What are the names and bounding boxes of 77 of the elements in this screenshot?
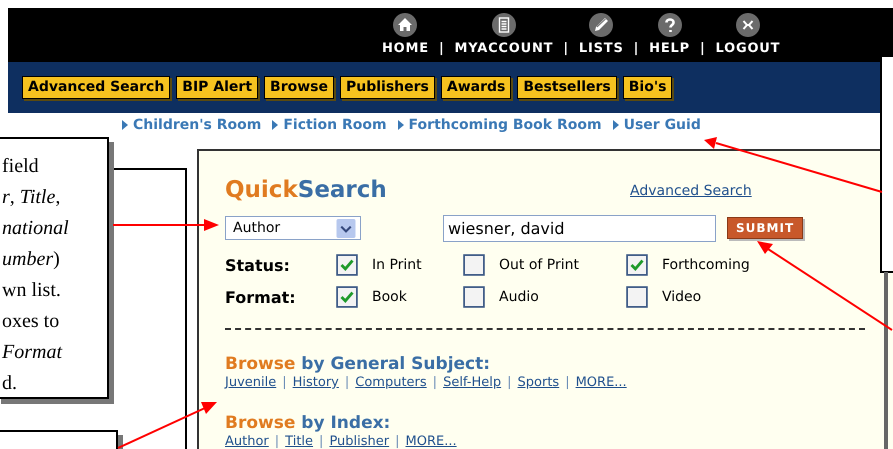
link-separator: | (319, 433, 324, 449)
triangle-icon (272, 120, 278, 130)
menu-tab[interactable]: Bestsellers (517, 76, 617, 99)
link-separator: | (344, 374, 350, 391)
nav-link[interactable]: LISTS (578, 13, 624, 56)
help-icon (658, 13, 682, 37)
link-separator: | (274, 433, 280, 449)
browse-link[interactable]: Juvenile (225, 374, 276, 391)
browse-link[interactable]: Author (225, 433, 269, 449)
room-link[interactable]: User Guid (624, 117, 701, 133)
checkbox[interactable] (626, 286, 648, 308)
browse-heading: Browse by General Subject: (225, 354, 492, 374)
browse-link[interactable]: MORE... (406, 433, 457, 449)
checkbox-label: Video (662, 289, 702, 305)
filter-label: Format: (225, 288, 297, 306)
link-separator: | (282, 374, 287, 391)
browse-link[interactable]: Title (285, 433, 314, 449)
checkbox-label: In Print (372, 257, 422, 273)
callout-text: field (2, 154, 40, 179)
room-link[interactable]: Fiction Room (283, 117, 387, 133)
triangle-icon (122, 120, 128, 130)
checkbox[interactable] (463, 286, 485, 308)
checkbox-label: Forthcoming (662, 257, 750, 273)
document-icon (492, 13, 516, 37)
browse-link[interactable]: Self-Help (443, 374, 502, 391)
triangle-icon (612, 120, 619, 130)
browse-heading: Browse by Index: (225, 413, 392, 433)
nav-link[interactable]: HELP (649, 13, 690, 56)
nav-separator: | (700, 41, 706, 56)
nav-link[interactable]: LOGOUT (716, 13, 780, 56)
menu-tab[interactable]: Browse (264, 76, 334, 99)
search-field-dropdown[interactable]: Author (225, 216, 361, 240)
advanced-search-link[interactable]: Advanced Search (630, 183, 752, 199)
callout-text: r, Title, (2, 185, 62, 210)
filter-label: Status: (225, 256, 291, 274)
checkbox[interactable] (463, 254, 485, 276)
nav-separator: | (634, 41, 640, 56)
room-link[interactable]: Forthcoming Book Room (408, 117, 602, 133)
callout-text: Format (2, 340, 64, 365)
link-separator: | (432, 374, 438, 391)
browse-link[interactable]: Publisher (329, 433, 390, 449)
menu-tab[interactable]: Advanced Search (22, 76, 170, 99)
room-link[interactable]: Children's Room (133, 117, 262, 133)
link-separator: | (507, 374, 512, 391)
close-icon (736, 13, 760, 37)
menu-tab[interactable]: Awards (440, 76, 512, 99)
callout-text: d. (2, 371, 18, 396)
pencil-icon (589, 13, 614, 37)
callout-text: umber) (2, 247, 61, 272)
checkbox-label: Audio (499, 289, 539, 305)
nav-separator: | (563, 41, 569, 56)
menu-tab[interactable]: BIP Alert (176, 76, 258, 99)
link-separator: | (565, 374, 570, 391)
browse-link[interactable]: MORE... (576, 374, 627, 391)
search-input[interactable]: wiesner, david (443, 214, 716, 242)
browse-link[interactable]: Sports (518, 374, 560, 391)
nav-link[interactable]: MYACCOUNT (454, 13, 554, 56)
triangle-icon (398, 120, 404, 130)
submit-button[interactable]: SUBMIT (727, 217, 804, 239)
callout-text: national (2, 216, 70, 241)
callout-text: oxes to (2, 309, 60, 334)
dropdown-chevron-icon (334, 218, 358, 238)
home-icon (393, 13, 418, 37)
checkbox[interactable] (336, 286, 358, 308)
browse-link[interactable]: History (292, 374, 339, 391)
checkbox[interactable] (336, 254, 358, 276)
nav-link[interactable]: HOME (382, 13, 429, 56)
menu-tab[interactable]: Bio's (622, 76, 672, 99)
link-separator: | (395, 433, 400, 449)
checkbox-label: Out of Print (499, 257, 579, 273)
callout-text: wn list. (2, 278, 62, 303)
nav-separator: | (438, 41, 445, 56)
checkbox[interactable] (626, 254, 648, 276)
menu-tab[interactable]: Publishers (340, 76, 435, 99)
quicksearch-title: QuickSearch (225, 177, 388, 203)
checkbox-label: Book (372, 289, 407, 305)
browse-link[interactable]: Computers (355, 374, 427, 391)
